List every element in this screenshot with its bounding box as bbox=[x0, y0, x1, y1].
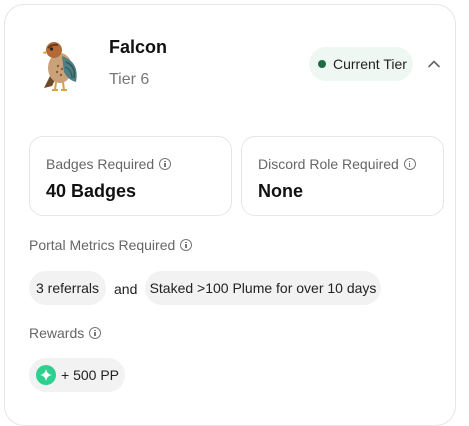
badges-required-value: 40 Badges bbox=[46, 181, 137, 201]
falcon-icon bbox=[42, 42, 77, 91]
discord-role-header: Discord Role Required bbox=[258, 156, 416, 172]
sparkle-icon bbox=[36, 365, 56, 385]
info-icon[interactable] bbox=[180, 239, 193, 251]
tier-name: Falcon bbox=[109, 37, 168, 57]
discord-role-label: Discord Role Required bbox=[258, 156, 399, 172]
current-tier-label: Current Tier bbox=[333, 56, 407, 72]
current-tier-badge: Current Tier bbox=[309, 47, 413, 81]
info-icon[interactable] bbox=[89, 327, 102, 339]
portal-metrics-header: Portal Metrics Required bbox=[29, 237, 193, 253]
discord-role-box: Discord Role Required None bbox=[241, 136, 444, 216]
badges-required-box: Badges Required 40 Badges bbox=[29, 136, 232, 216]
reward-chip-pp: + 500 PP bbox=[29, 358, 125, 392]
discord-role-value: None bbox=[258, 181, 303, 201]
portal-metrics-label: Portal Metrics Required bbox=[29, 237, 176, 253]
metric-chip-referrals: 3 referrals bbox=[29, 271, 106, 305]
chevron-up-icon[interactable] bbox=[427, 57, 441, 71]
metric-chip-staked: Staked >100 Plume for over 10 days bbox=[145, 271, 381, 305]
rewards-header: Rewards bbox=[29, 325, 102, 341]
tier-card: Falcon Tier 6 Current Tier Badges Requir… bbox=[4, 4, 456, 426]
tier-number: Tier 6 bbox=[109, 71, 150, 88]
status-dot-icon bbox=[318, 60, 326, 68]
rewards-label: Rewards bbox=[29, 325, 85, 341]
metric-connector: and bbox=[114, 281, 138, 297]
info-icon[interactable] bbox=[403, 158, 416, 170]
badges-required-label: Badges Required bbox=[46, 156, 155, 172]
badges-required-header: Badges Required bbox=[46, 156, 172, 172]
reward-value: + 500 PP bbox=[61, 367, 119, 383]
info-icon[interactable] bbox=[159, 158, 172, 170]
